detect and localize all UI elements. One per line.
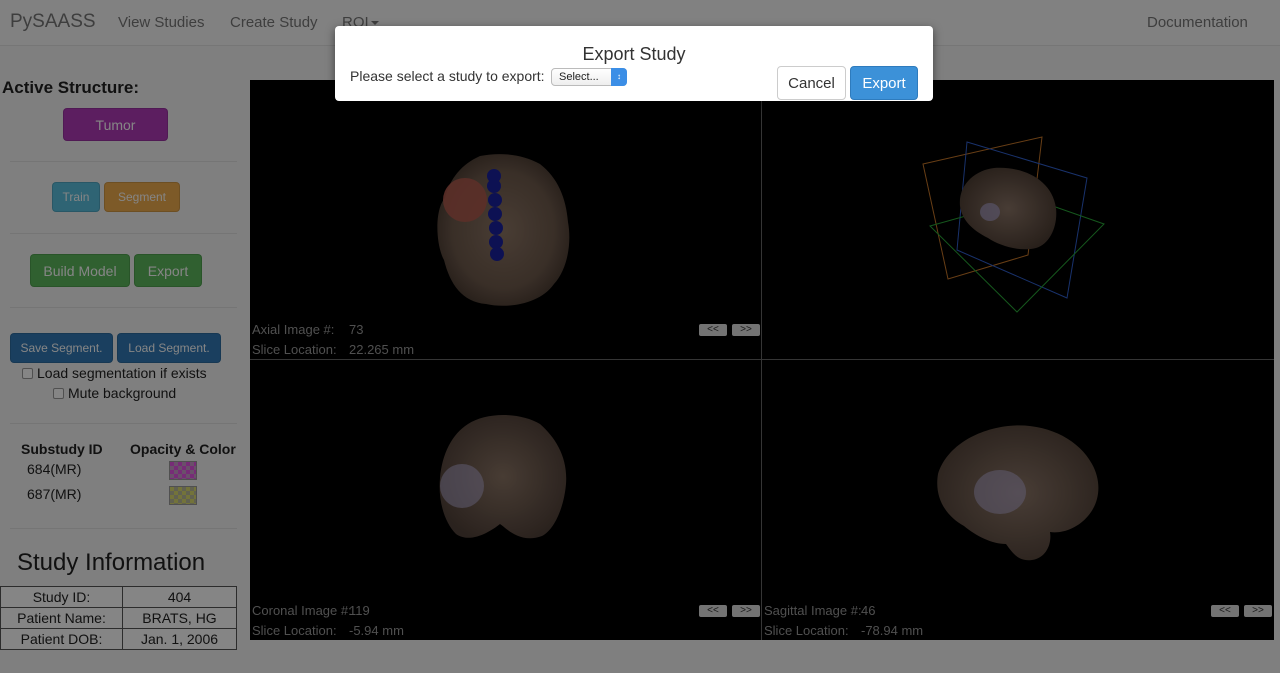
study-select[interactable]: Select... ↕ <box>551 68 627 86</box>
study-select-value: Select... <box>559 71 599 83</box>
export-study-modal: Export Study Please select a study to ex… <box>335 26 933 101</box>
export-confirm-button[interactable]: Export <box>850 66 918 100</box>
select-arrows-icon: ↕ <box>611 68 627 86</box>
cancel-button[interactable]: Cancel <box>777 66 846 100</box>
modal-prompt: Please select a study to export: <box>350 68 545 84</box>
modal-title: Export Study <box>582 44 686 64</box>
